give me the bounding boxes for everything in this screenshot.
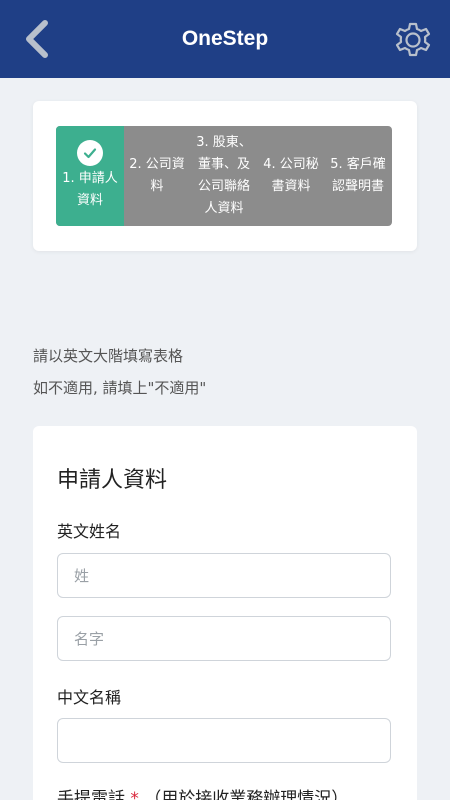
english-name-label: 英文姓名 bbox=[57, 522, 122, 541]
step-company-info[interactable]: 2. 公司資 料 bbox=[124, 126, 190, 226]
step-label: 5. 客戶確 認聲明書 bbox=[330, 157, 386, 194]
step-customer-declaration[interactable]: 5. 客戶確 認聲明書 bbox=[324, 126, 392, 226]
chinese-name-input[interactable] bbox=[57, 718, 391, 763]
stepper-card: 1. 申請人 資料 2. 公司資 料 3. 股東、 董事、及 公司聯絡 人資料 … bbox=[33, 101, 417, 251]
applicant-form-card: 申請人資料 英文姓名 中文名稱 手提電話 * （用於接收業務辦理情況） bbox=[33, 426, 417, 800]
step-label: 2. 公司資 料 bbox=[129, 157, 185, 194]
instruction-uppercase: 請以英文大階填寫表格 bbox=[33, 347, 184, 365]
section-title: 申請人資料 bbox=[57, 468, 168, 493]
instruction-not-applicable: 如不適用, 請填上"不適用" bbox=[33, 379, 207, 397]
chinese-name-label: 中文名稱 bbox=[57, 688, 122, 707]
settings-button[interactable] bbox=[392, 19, 434, 61]
step-label: 1. 申請人 資料 bbox=[62, 171, 118, 208]
check-icon bbox=[77, 140, 103, 166]
mobile-label-row: 手提電話 * （用於接收業務辦理情況） bbox=[57, 784, 348, 800]
top-bar: OneStep bbox=[0, 0, 450, 78]
step-company-secretary[interactable]: 4. 公司秘 書資料 bbox=[258, 126, 324, 226]
mobile-label-note: （用於接收業務辦理情況） bbox=[144, 789, 349, 800]
app-title: OneStep bbox=[181, 27, 269, 50]
required-mark: * bbox=[130, 789, 139, 800]
gear-icon bbox=[395, 22, 431, 57]
given-name-input[interactable] bbox=[57, 616, 391, 661]
step-label: 4. 公司秘 書資料 bbox=[263, 157, 319, 194]
step-label: 3. 股東、 董事、及 公司聯絡 人資料 bbox=[196, 135, 252, 216]
progress-stepper: 1. 申請人 資料 2. 公司資 料 3. 股東、 董事、及 公司聯絡 人資料 … bbox=[56, 126, 392, 226]
form-instructions: 請以英文大階填寫表格 如不適用, 請填上"不適用" bbox=[33, 340, 206, 404]
mobile-label: 手提電話 bbox=[57, 789, 125, 800]
step-applicant-info[interactable]: 1. 申請人 資料 bbox=[56, 126, 124, 226]
step-shareholders-directors[interactable]: 3. 股東、 董事、及 公司聯絡 人資料 bbox=[190, 126, 258, 226]
surname-input[interactable] bbox=[57, 553, 391, 598]
